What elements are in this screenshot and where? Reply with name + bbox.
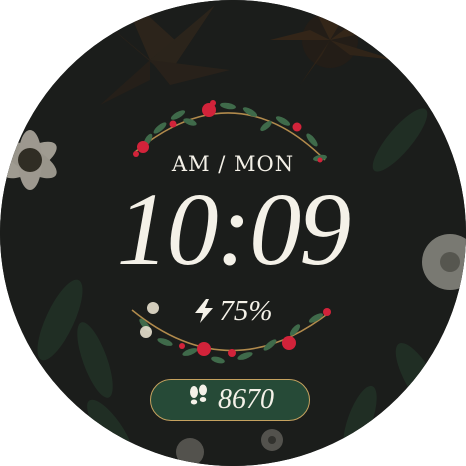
footprints-icon [186, 384, 210, 416]
time-display: 10:09 [116, 172, 352, 287]
steps-value: 8670 [218, 384, 274, 415]
lightning-bolt-icon [193, 297, 215, 331]
battery-status[interactable]: 75% [0, 294, 466, 331]
steps-counter[interactable]: 8670 [150, 379, 310, 421]
watch-face: AM / MON 10:09 75% 8670 [0, 0, 466, 466]
battery-percent: 75% [219, 295, 273, 327]
